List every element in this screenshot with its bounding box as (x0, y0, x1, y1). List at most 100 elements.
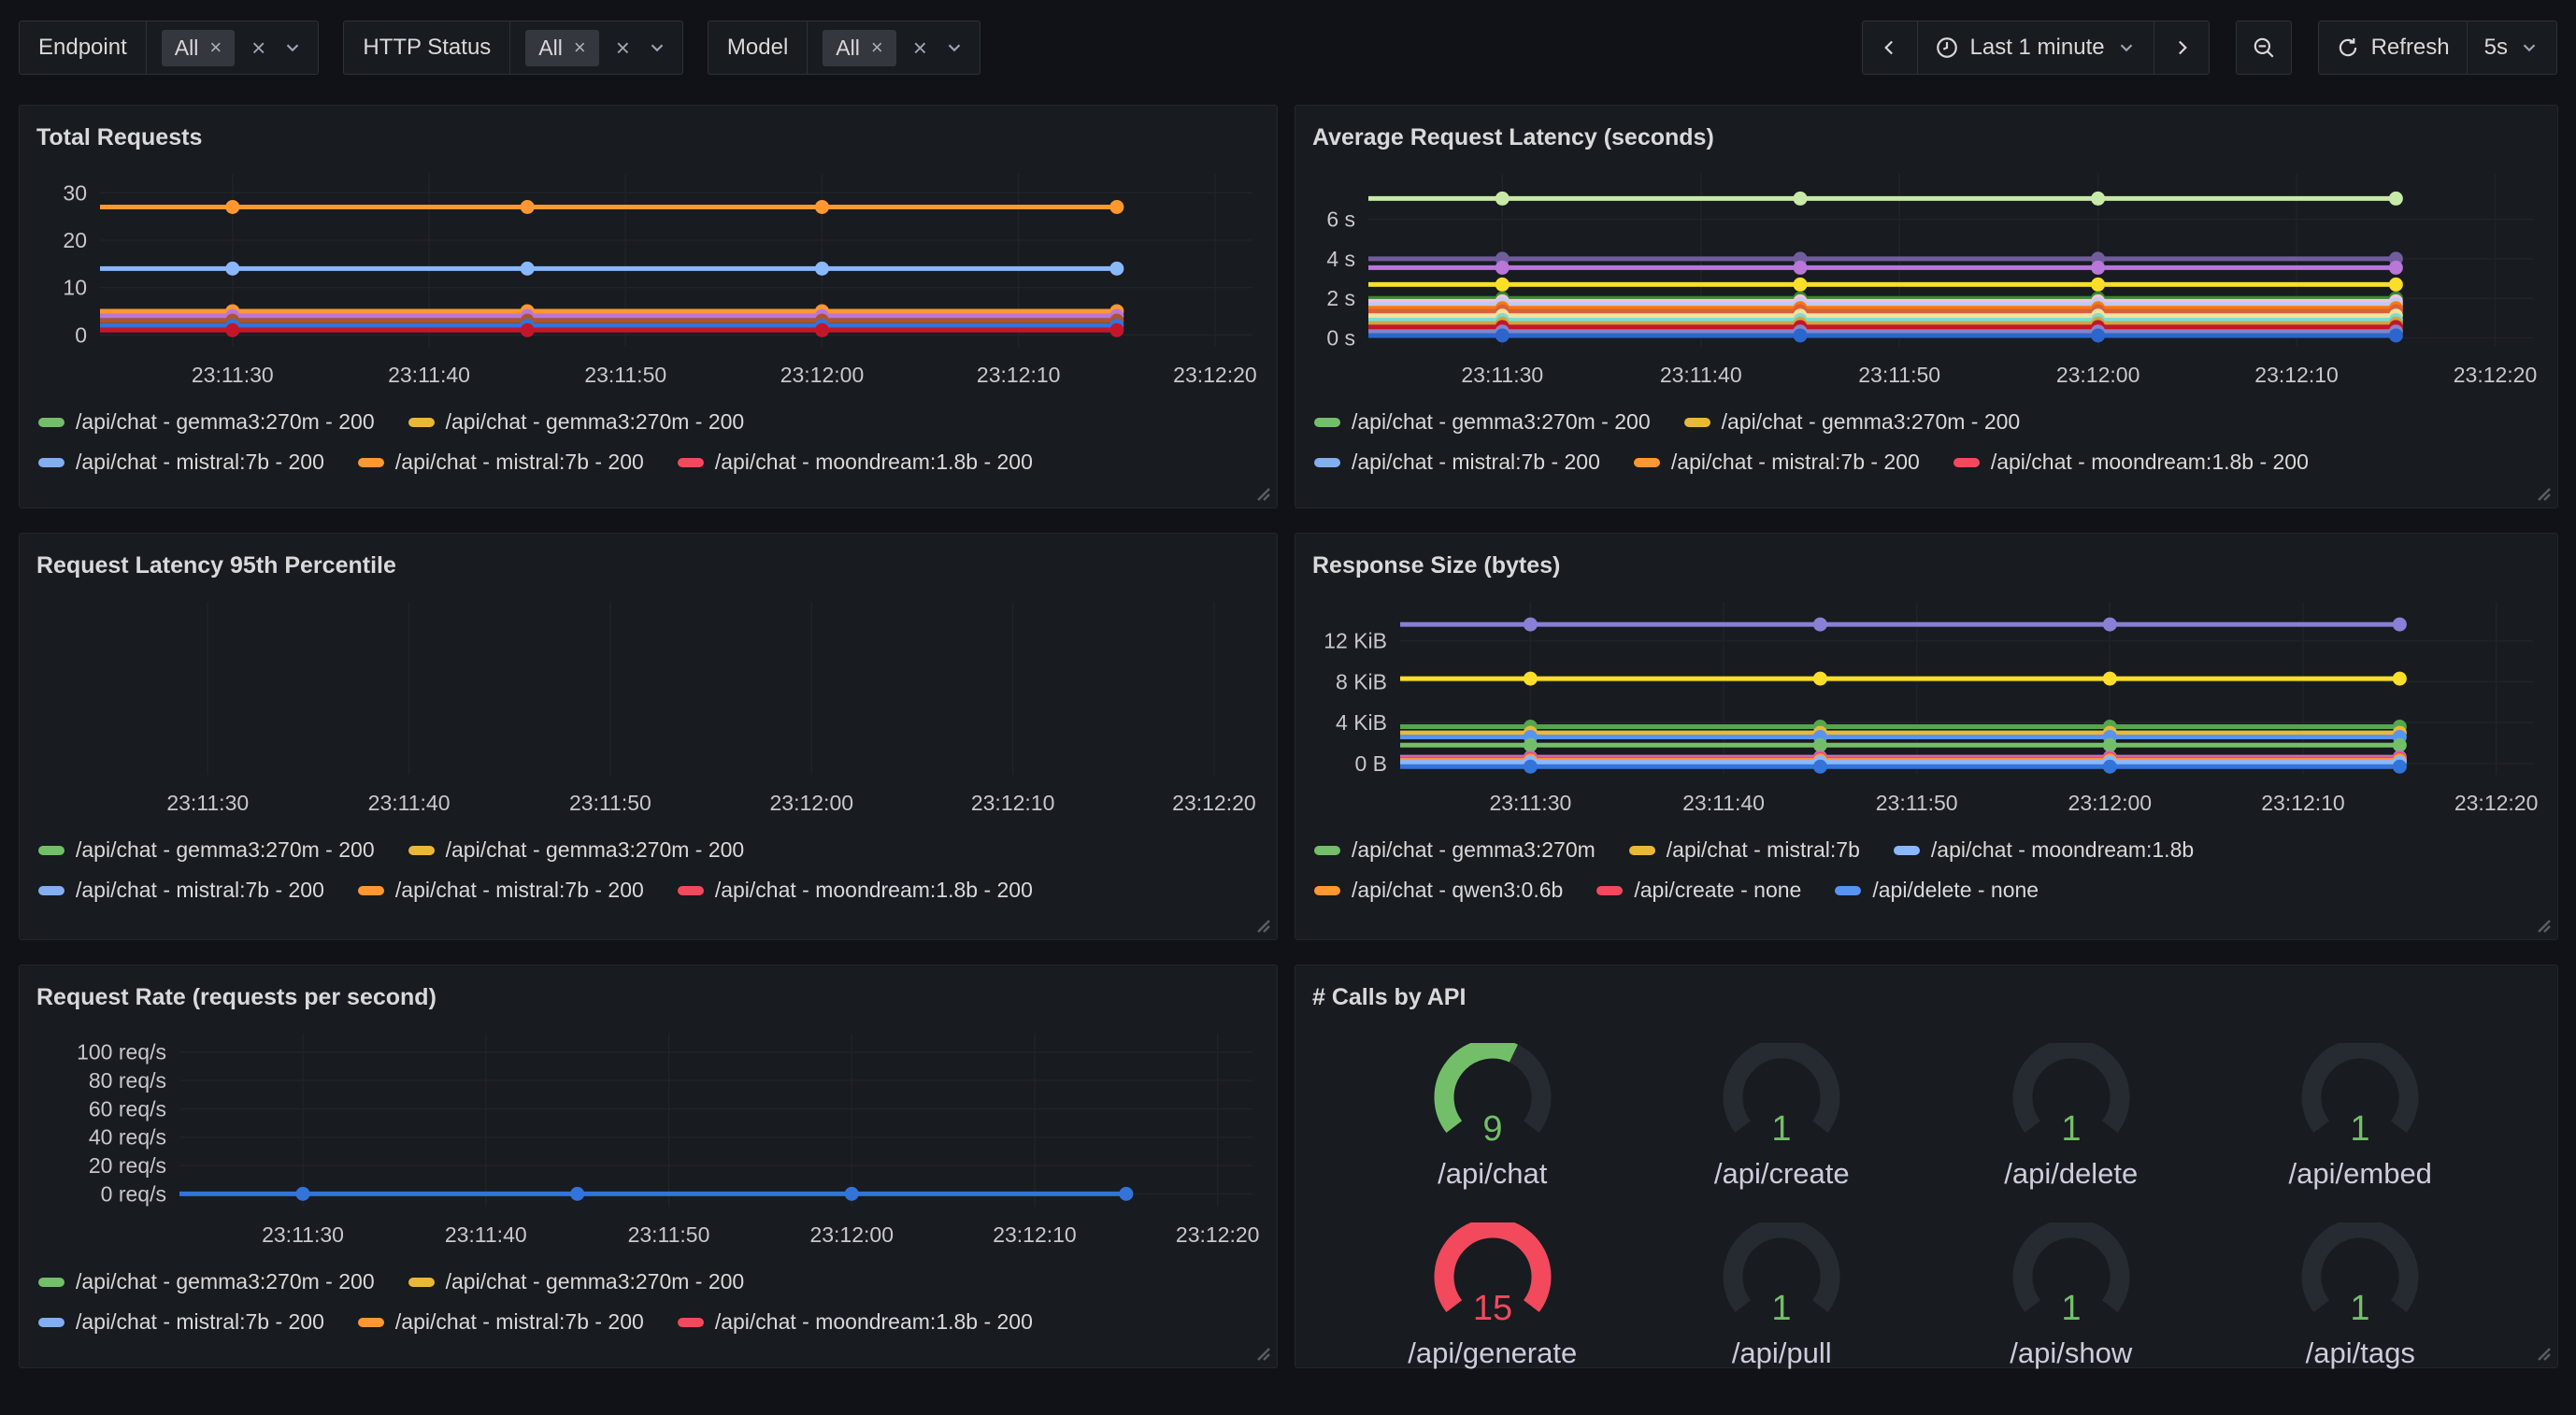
filter-http-status-value[interactable]: All × × (510, 21, 682, 74)
panel-resize-handle[interactable] (1252, 1343, 1273, 1364)
chart-canvas[interactable]: 0 B4 KiB8 KiB12 KiB23:11:3023:11:4023:11… (1310, 593, 2542, 826)
chart-canvas[interactable]: 23:11:3023:11:4023:11:5023:12:0023:12:10… (35, 593, 1262, 826)
time-shift-back-button[interactable] (1862, 21, 1918, 75)
refresh-interval-label: 5s (2484, 35, 2508, 61)
chevron-down-icon (2519, 37, 2540, 58)
legend-item[interactable]: /api/chat - gemma3:270m - 200 (408, 837, 745, 863)
panel-grid: Total Requests 010203023:11:3023:11:4023… (19, 105, 2557, 1368)
chart-canvas[interactable]: 010203023:11:3023:11:4023:11:5023:12:002… (35, 164, 1262, 398)
data-point (1496, 278, 1510, 292)
chevron-down-icon[interactable] (944, 37, 965, 58)
data-point (296, 1187, 310, 1201)
legend-row: /api/chat - mistral:7b - 200/api/chat - … (38, 878, 1262, 903)
filter-http-status[interactable]: HTTP Status All × × (343, 21, 683, 75)
panel-resize-handle[interactable] (2533, 483, 2554, 504)
data-point (1496, 328, 1510, 342)
gauge-label: /api/show (2010, 1336, 2132, 1370)
x-tick-label: 23:11:40 (388, 363, 470, 387)
filter-endpoint-chip[interactable]: All × (162, 30, 235, 66)
data-point (570, 1187, 584, 1201)
filter-http-status-chip[interactable]: All × (525, 30, 598, 66)
legend-item[interactable]: /api/chat - moondream:1.8b (1894, 837, 2194, 863)
legend-item[interactable]: /api/chat - mistral:7b - 200 (1314, 450, 1600, 475)
panel-title[interactable]: # Calls by API (1312, 984, 2542, 1011)
legend-item[interactable]: /api/chat - mistral:7b - 200 (358, 450, 644, 475)
panel-resize-handle[interactable] (1252, 483, 1273, 504)
legend-row: /api/chat - mistral:7b - 200/api/chat - … (38, 450, 1262, 475)
chevron-down-icon[interactable] (282, 37, 303, 58)
chevron-down-icon[interactable] (647, 37, 667, 58)
filter-clear-icon[interactable]: × (616, 36, 630, 60)
x-tick-label: 23:11:50 (584, 363, 666, 387)
y-tick-label: 10 (63, 276, 87, 300)
legend-item[interactable]: /api/chat - gemma3:270m (1314, 837, 1596, 863)
time-series-chart[interactable]: 23:11:3023:11:4023:11:5023:12:0023:12:10… (35, 593, 1262, 826)
filter-model-value[interactable]: All × × (808, 21, 980, 74)
panel-resize-handle[interactable] (2533, 915, 2554, 936)
x-tick-label: 23:11:50 (569, 791, 651, 815)
legend-item[interactable]: /api/chat - moondream:1.8b - 200 (678, 450, 1033, 475)
panel-title[interactable]: Total Requests (36, 124, 1262, 151)
legend-series-chip (678, 458, 704, 467)
data-point (1109, 323, 1123, 337)
time-range-picker-button[interactable]: Last 1 minute (1918, 21, 2154, 75)
y-tick-label: 8 KiB (1336, 669, 1387, 693)
refresh-button[interactable]: Refresh (2318, 21, 2468, 75)
zoom-out-button[interactable] (2236, 21, 2292, 75)
time-series-chart[interactable]: 010203023:11:3023:11:4023:11:5023:12:002… (35, 164, 1262, 398)
filter-model-chip[interactable]: All × (823, 30, 895, 66)
panel-title[interactable]: Request Latency 95th Percentile (36, 552, 1262, 579)
legend-item[interactable]: /api/chat - gemma3:270m - 200 (408, 409, 745, 435)
legend-item[interactable]: /api/create - none (1596, 878, 1801, 903)
x-tick-label: 23:12:10 (2254, 363, 2339, 387)
gauge-api-delete: 1/api/delete (1926, 1043, 2216, 1191)
legend-item[interactable]: /api/chat - moondream:1.8b - 200 (678, 1309, 1033, 1335)
time-series-chart[interactable]: 0 B4 KiB8 KiB12 KiB23:11:3023:11:4023:11… (1310, 593, 2542, 826)
panel-resize-handle[interactable] (2533, 1343, 2554, 1364)
time-range-group: Last 1 minute (1862, 21, 2210, 75)
legend-item[interactable]: /api/chat - gemma3:270m - 200 (38, 837, 375, 863)
legend-item[interactable]: /api/chat - mistral:7b - 200 (358, 878, 644, 903)
data-point (815, 262, 829, 276)
legend-item[interactable]: /api/chat - gemma3:270m - 200 (38, 1269, 375, 1294)
x-tick-label: 23:11:40 (1682, 791, 1765, 815)
filter-clear-icon[interactable]: × (251, 36, 265, 60)
gauge-grid: 9/api/chat1/api/create1/api/delete1/api/… (1310, 1024, 2542, 1370)
legend-item[interactable]: /api/chat - mistral:7b - 200 (38, 1309, 324, 1335)
legend-item[interactable]: /api/chat - moondream:1.8b - 200 (678, 878, 1033, 903)
legend-item[interactable]: /api/chat - mistral:7b - 200 (38, 450, 324, 475)
data-point (1524, 672, 1538, 686)
panel-title[interactable]: Average Request Latency (seconds) (1312, 124, 2542, 151)
legend-row: /api/chat - gemma3:270m - 200/api/chat -… (38, 837, 1262, 863)
x-tick-label: 23:12:20 (1172, 791, 1256, 815)
filter-model[interactable]: Model All × × (708, 21, 980, 75)
legend-item[interactable]: /api/chat - mistral:7b - 200 (358, 1309, 644, 1335)
data-point (1109, 200, 1123, 214)
panel-title[interactable]: Request Rate (requests per second) (36, 984, 1262, 1011)
panel-title[interactable]: Response Size (bytes) (1312, 552, 2542, 579)
time-series-chart[interactable]: 0 s2 s4 s6 s23:11:3023:11:4023:11:5023:1… (1310, 164, 2542, 398)
chip-remove-icon[interactable]: × (209, 36, 222, 60)
chip-remove-icon[interactable]: × (574, 36, 586, 60)
legend-item[interactable]: /api/chat - gemma3:270m - 200 (1684, 409, 2021, 435)
time-series-chart[interactable]: 0 req/s20 req/s40 req/s60 req/s80 req/s1… (35, 1024, 1262, 1258)
legend-item[interactable]: /api/chat - gemma3:270m - 200 (408, 1269, 745, 1294)
filter-clear-icon[interactable]: × (913, 36, 927, 60)
legend-item[interactable]: /api/chat - qwen3:0.6b (1314, 878, 1563, 903)
chart-canvas[interactable]: 0 req/s20 req/s40 req/s60 req/s80 req/s1… (35, 1024, 1262, 1258)
panel-resize-handle[interactable] (1252, 915, 1273, 936)
legend-item[interactable]: /api/chat - mistral:7b - 200 (38, 878, 324, 903)
filter-endpoint[interactable]: Endpoint All × × (19, 21, 319, 75)
legend-item[interactable]: /api/chat - gemma3:270m - 200 (1314, 409, 1651, 435)
refresh-interval-button[interactable]: 5s (2468, 21, 2557, 75)
legend-item[interactable]: /api/chat - mistral:7b (1629, 837, 1860, 863)
legend-item[interactable]: /api/chat - gemma3:270m - 200 (38, 409, 375, 435)
chip-remove-icon[interactable]: × (871, 36, 883, 60)
filter-endpoint-value[interactable]: All × × (147, 21, 319, 74)
time-shift-forward-button[interactable] (2154, 21, 2210, 75)
legend-item[interactable]: /api/chat - mistral:7b - 200 (1634, 450, 1920, 475)
legend-item[interactable]: /api/chat - moondream:1.8b - 200 (1953, 450, 2309, 475)
chart-canvas[interactable]: 0 s2 s4 s6 s23:11:3023:11:4023:11:5023:1… (1310, 164, 2542, 398)
legend-item[interactable]: /api/delete - none (1835, 878, 2039, 903)
data-point (815, 323, 829, 337)
